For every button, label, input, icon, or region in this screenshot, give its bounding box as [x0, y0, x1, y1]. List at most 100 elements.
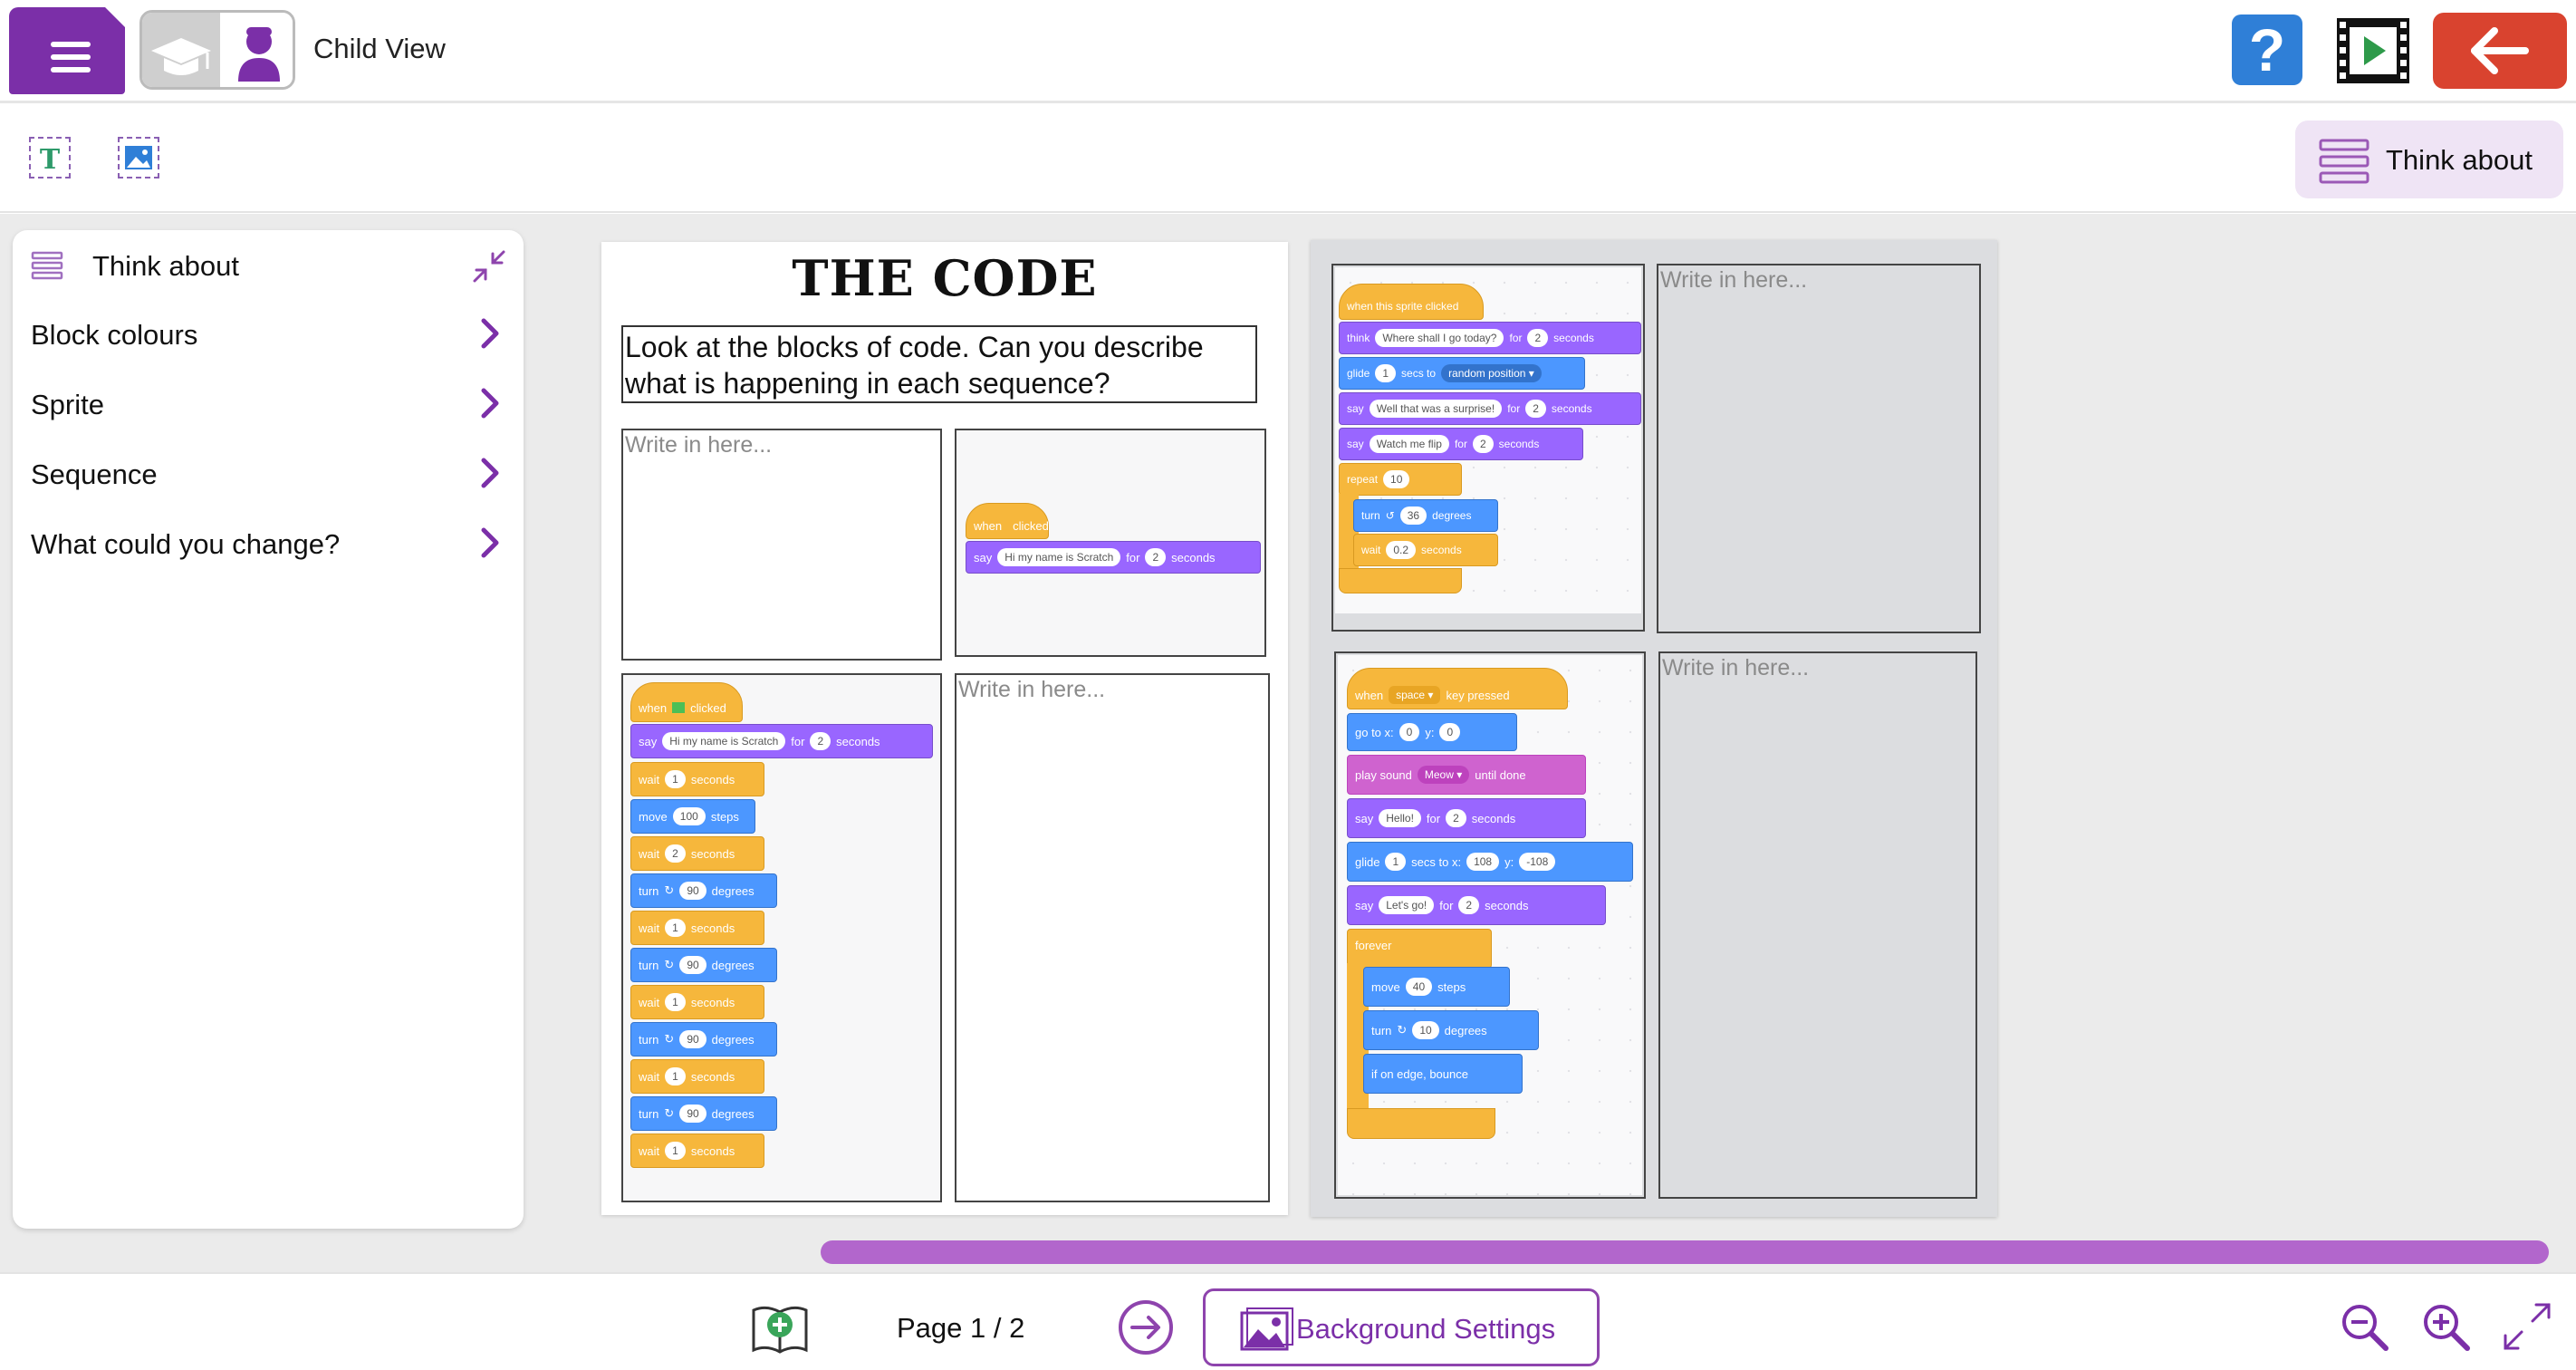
rotate-right-icon: ↻: [664, 1032, 675, 1046]
chevron-right-icon: [481, 527, 499, 558]
block-say: say Hello! for 2 seconds: [1347, 798, 1586, 838]
write-box[interactable]: Write in here...: [621, 429, 942, 661]
block-when-sprite-clicked: when this sprite clicked: [1339, 284, 1484, 320]
chevron-right-icon: [481, 458, 499, 488]
top-bar: Child View ?: [0, 0, 2576, 103]
panel-header: Think about: [13, 230, 524, 299]
think-about-label: Think about: [2386, 144, 2533, 176]
write-box[interactable]: Write in here...: [1658, 651, 1977, 1199]
back-arrow-icon: [2471, 27, 2529, 74]
fullscreen-icon: [2504, 1303, 2551, 1350]
list-icon: [31, 251, 63, 280]
code-image: when this sprite clicked think Where shal…: [1335, 267, 1641, 613]
block-turn: turn ↻ 90 degrees: [630, 873, 777, 908]
code-image: when clicked say Hi my name is Scratch for 2…: [623, 675, 940, 1201]
write-box[interactable]: Write in here...: [1657, 264, 1981, 633]
block-wait: wait 2 seconds: [630, 836, 764, 871]
code-image-box[interactable]: when clicked say Hi my name is Scratch for 2…: [955, 429, 1266, 657]
green-flag-icon: [672, 702, 686, 713]
panel-item-label: What could you change?: [31, 528, 341, 560]
graduation-cap-icon: [151, 38, 211, 75]
block-when-key-pressed: when space ▾ key pressed: [1347, 668, 1568, 709]
block-glide-xy: glide 1 secs to x: 108 y: -108: [1347, 842, 1633, 882]
bottom-bar: Page 1 / 2 Background Settings: [0, 1272, 2576, 1370]
panel-item-sequence[interactable]: Sequence: [13, 439, 524, 507]
add-page-icon: [752, 1306, 808, 1354]
panel-title: Think about: [92, 250, 239, 282]
block-turn: turn ↺ 36 degrees: [1353, 499, 1498, 532]
block-wait: wait 1 seconds: [630, 911, 764, 945]
page-title: THE CODE: [792, 249, 1098, 307]
block-repeat: repeat 10: [1339, 463, 1462, 496]
block-turn: turn ↻ 10 degrees: [1363, 1010, 1539, 1050]
block-move: move 40 steps: [1363, 967, 1510, 1007]
panel-item-label: Sprite: [31, 389, 104, 420]
zoom-out-icon: [2342, 1305, 2389, 1351]
zoom-in-button[interactable]: [2420, 1301, 2471, 1352]
toolbar: T Think about: [0, 106, 2576, 213]
block-turn: turn ↻ 90 degrees: [630, 1022, 777, 1056]
add-page-button[interactable]: [750, 1301, 810, 1356]
forever-c-foot: [1347, 1108, 1495, 1139]
block-wait: wait 1 seconds: [630, 1134, 764, 1168]
prompt-text-box[interactable]: Look at the blocks of code. Can you desc…: [621, 325, 1257, 403]
menu-button[interactable]: [9, 7, 125, 94]
think-about-button[interactable]: Think about: [2295, 121, 2563, 198]
video-button[interactable]: [2335, 16, 2411, 85]
back-button[interactable]: [2433, 13, 2567, 89]
view-toggle[interactable]: [139, 10, 295, 90]
panel-item-sprite[interactable]: Sprite: [13, 369, 524, 438]
block-say: say Hi my name is Scratch for 2 seconds: [630, 724, 933, 758]
background-settings-label: Background Settings: [1296, 1313, 1556, 1345]
panel-item-block-colours[interactable]: Block colours: [13, 299, 524, 368]
code-image: when clicked say Hi my name is Scratch for 2…: [956, 430, 1264, 655]
svg-text:T: T: [40, 144, 61, 176]
next-page-button[interactable]: [1118, 1299, 1174, 1356]
block-wait: wait 0.2 seconds: [1353, 534, 1498, 566]
menu-icon: [51, 42, 91, 80]
block-glide: glide 1 secs to random position ▾: [1339, 357, 1585, 390]
text-tool-button[interactable]: T: [29, 137, 71, 178]
image-tool-button[interactable]: [118, 137, 159, 178]
image-tool-icon: [125, 146, 152, 169]
block-wait: wait 1 seconds: [630, 762, 764, 796]
child-icon: [238, 27, 280, 82]
child-view-toggle[interactable]: [220, 13, 293, 87]
block-when-flag-clicked: when clicked: [630, 682, 743, 722]
write-placeholder: Write in here...: [958, 677, 1106, 702]
help-button[interactable]: ?: [2232, 14, 2302, 85]
write-placeholder: Write in here...: [1662, 655, 1810, 680]
rotate-left-icon: ↺: [1385, 509, 1395, 522]
rotate-right-icon: ↻: [1397, 1023, 1408, 1037]
block-say: say Well that was a surprise! for 2 seconds: [1339, 392, 1641, 425]
chevron-right-icon: [481, 388, 499, 419]
repeat-c-foot: [1339, 568, 1462, 593]
help-icon: ?: [2248, 16, 2286, 83]
panel-item-label: Sequence: [31, 458, 158, 490]
block-say: say Watch me flip for 2 seconds: [1339, 428, 1583, 460]
rotate-right-icon: ↻: [664, 1106, 675, 1120]
block-say: say Hi my name is Scratch for 2 seconds: [966, 541, 1261, 574]
code-image-box[interactable]: when this sprite clicked think Where shal…: [1331, 264, 1645, 632]
teacher-view-toggle[interactable]: [142, 13, 220, 87]
write-placeholder: Write in here...: [625, 432, 773, 458]
fullscreen-button[interactable]: [2500, 1299, 2554, 1354]
rotate-right-icon: ↻: [664, 883, 675, 897]
zoom-in-icon: [2424, 1305, 2470, 1351]
panel-item-what-could-you-change[interactable]: What could you change?: [13, 508, 524, 577]
background-settings-button[interactable]: Background Settings: [1203, 1288, 1600, 1366]
chevron-right-icon: [481, 318, 499, 349]
code-image-box[interactable]: when clicked say Hi my name is Scratch for 2…: [621, 673, 942, 1202]
horizontal-scrollbar[interactable]: [821, 1240, 2549, 1264]
think-about-panel: Think about Block colours Sprite Sequenc…: [13, 230, 524, 1229]
block-wait: wait 1 seconds: [630, 985, 764, 1019]
collapse-icon[interactable]: [471, 248, 507, 285]
page-indicator: Page 1 / 2: [897, 1312, 1025, 1344]
zoom-out-button[interactable]: [2339, 1301, 2389, 1352]
block-turn: turn ↻ 90 degrees: [630, 1096, 777, 1131]
code-image-box[interactable]: when space ▾ key pressed go to x: 0 y: 0 play…: [1334, 651, 1646, 1199]
write-placeholder: Write in here...: [1660, 267, 1808, 293]
block-move: move 100 steps: [630, 799, 755, 834]
block-when-flag-clicked: when clicked: [966, 503, 1049, 539]
write-box[interactable]: Write in here...: [955, 673, 1270, 1202]
